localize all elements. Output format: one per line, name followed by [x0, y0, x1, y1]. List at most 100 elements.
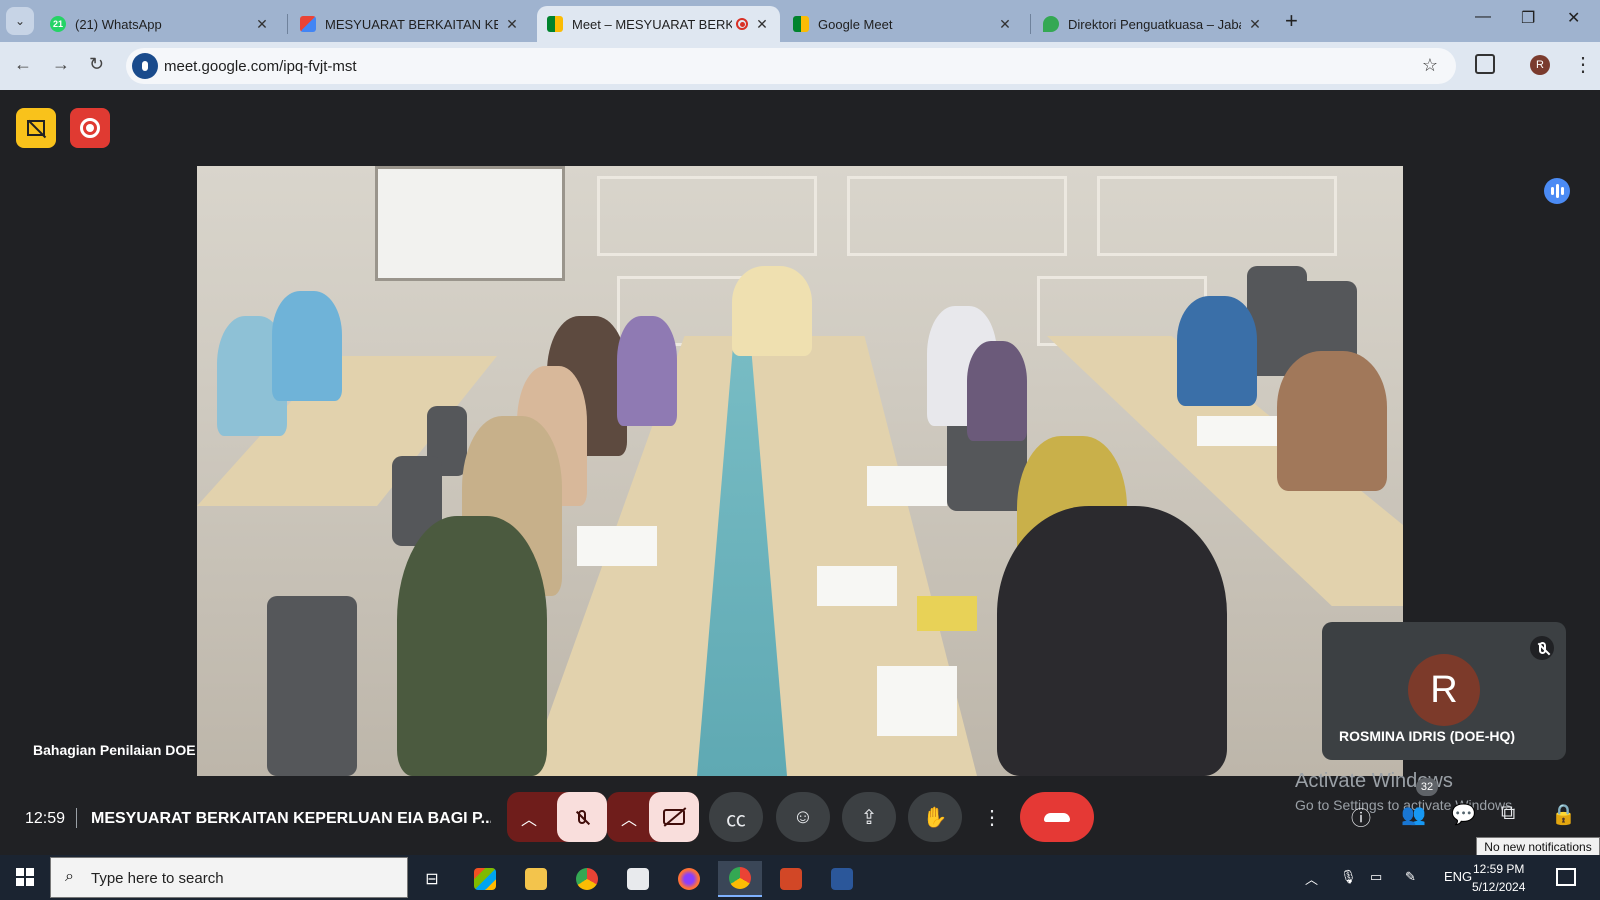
close-tab-icon[interactable]: ✕	[754, 16, 770, 33]
mic-in-use-icon[interactable]	[132, 53, 158, 79]
tab-direktori[interactable]: Direktori Penguatkuasa – Jabat ✕	[1033, 6, 1273, 42]
tab-meet-active[interactable]: Meet – MESYUARAT BERKA ✕	[537, 6, 780, 42]
present-icon: ⇪	[860, 806, 878, 829]
participant-figure	[1277, 351, 1387, 491]
close-tab-icon[interactable]: ✕	[504, 16, 520, 33]
more-vert-icon: ⋮	[982, 806, 1002, 829]
notifications-icon[interactable]	[1556, 868, 1576, 886]
microphone-tray-icon[interactable]: 🎙	[1340, 869, 1357, 885]
meet-stage: Bahagian Penilaian DOE R ROSMINA IDRIS (…	[0, 90, 1600, 857]
phone-hangup-icon	[1044, 812, 1070, 822]
camera-toggle-button[interactable]	[649, 792, 699, 842]
meeting-info-icon[interactable]: ⓘ	[1351, 802, 1371, 831]
reactions-button[interactable]: ☺	[776, 792, 830, 842]
new-tab-button[interactable]: +	[1285, 8, 1298, 34]
firefox-app[interactable]	[667, 861, 711, 897]
self-view-tile[interactable]: R ROSMINA IDRIS (DOE-HQ)	[1322, 622, 1566, 760]
task-view-button[interactable]: ⊟	[410, 861, 454, 897]
participant-video	[197, 166, 1403, 776]
camera-control-group: ︿	[607, 792, 699, 842]
video-options-chevron-icon[interactable]: ︿	[621, 806, 637, 830]
minimize-button[interactable]: —	[1475, 8, 1491, 26]
tab-title: Direktori Penguatkuasa – Jabat	[1068, 16, 1241, 32]
recording-button[interactable]	[70, 108, 110, 148]
camera-off-icon	[663, 809, 685, 825]
participant-figure	[997, 506, 1227, 776]
emoji-icon: ☺	[792, 805, 814, 828]
windows-start-icon[interactable]	[16, 868, 34, 886]
url-text[interactable]: meet.google.com/ipq-fvjt-mst	[164, 58, 357, 75]
activities-icon[interactable]: ⧉	[1501, 802, 1515, 825]
hand-icon: ✋	[922, 806, 948, 829]
tab-gmail[interactable]: MESYUARAT BERKAITAN KEPER ✕	[290, 6, 530, 42]
mail-app[interactable]	[616, 861, 660, 897]
taskbar-search[interactable]: ⌕ Type here to search	[50, 857, 408, 898]
wall-panel	[597, 176, 817, 256]
tab-search-button[interactable]: ⌄	[6, 7, 34, 35]
powerpoint-app[interactable]	[769, 861, 813, 897]
address-bar[interactable]: meet.google.com/ipq-fvjt-mst ☆	[126, 48, 1456, 84]
show-hidden-icons-chevron-icon[interactable]: ︿	[1305, 869, 1318, 888]
pen-icon[interactable]: ✎	[1405, 869, 1416, 885]
mail-icon	[627, 868, 649, 890]
reload-button[interactable]: ↻	[89, 54, 104, 75]
close-window-button[interactable]: ✕	[1567, 8, 1580, 28]
map-pin-icon	[1043, 16, 1059, 32]
participant-figure	[967, 341, 1027, 441]
host-controls-lock-icon[interactable]: 🔒	[1551, 802, 1576, 827]
browser-menu-icon[interactable]: ⋮	[1573, 52, 1593, 77]
document	[877, 666, 957, 736]
close-tab-icon[interactable]: ✕	[254, 16, 270, 33]
document	[867, 466, 947, 506]
powerpoint-icon	[780, 868, 802, 890]
store-app[interactable]	[463, 861, 507, 897]
leave-call-button[interactable]	[1020, 792, 1094, 842]
meet-icon	[793, 16, 809, 32]
whiteboard	[375, 166, 565, 281]
record-icon	[80, 118, 100, 138]
recording-icon	[736, 18, 748, 30]
task-view-icon: ⊟	[425, 871, 439, 888]
close-tab-icon[interactable]: ✕	[997, 16, 1013, 33]
restore-button[interactable]: ❐	[1521, 8, 1535, 28]
firefox-icon	[678, 868, 700, 890]
back-button[interactable]: ←	[14, 54, 32, 75]
chair	[267, 596, 357, 776]
microphone-toggle-button[interactable]	[557, 792, 607, 842]
gmail-icon	[300, 16, 316, 32]
participant-figure	[1177, 296, 1257, 406]
present-screen-button[interactable]: ⇪	[842, 792, 896, 842]
meet-icon	[547, 16, 563, 32]
browser-toolbar: ← → ↻ meet.google.com/ipq-fvjt-mst ☆ R ⋮	[0, 42, 1600, 90]
language-indicator[interactable]: ENG	[1444, 869, 1472, 884]
more-options-button[interactable]: ⋮	[972, 792, 1012, 842]
document	[817, 566, 897, 606]
audio-options-chevron-icon[interactable]: ︿	[521, 806, 537, 830]
bookmark-star-icon[interactable]: ☆	[1422, 55, 1438, 76]
chrome-app[interactable]	[565, 861, 609, 897]
file-explorer-app[interactable]	[514, 861, 558, 897]
system-clock[interactable]: 12:59 PM 5/12/2024	[1472, 860, 1525, 896]
word-app[interactable]	[820, 861, 864, 897]
meeting-clock: 12:59	[25, 810, 66, 827]
battery-icon[interactable]: ▭	[1370, 869, 1382, 885]
tab-whatsapp[interactable]: 21 (21) WhatsApp ✕	[40, 6, 280, 42]
captions-button[interactable]: ㏄	[709, 792, 763, 842]
chrome-profile-app[interactable]	[718, 861, 762, 897]
presentation-blocked-button[interactable]	[16, 108, 56, 148]
people-icon[interactable]: 👥	[1401, 802, 1426, 827]
chrome-icon	[576, 868, 598, 890]
no-share-icon	[27, 120, 45, 136]
tab-google-meet[interactable]: Google Meet ✕	[783, 6, 1023, 42]
forward-button[interactable]: →	[52, 54, 70, 75]
participant-figure	[617, 316, 677, 426]
divider	[76, 808, 77, 828]
tab-separator	[1030, 14, 1031, 34]
close-tab-icon[interactable]: ✕	[1247, 16, 1263, 33]
raise-hand-button[interactable]: ✋	[908, 792, 962, 842]
chat-icon[interactable]: 💬	[1451, 802, 1476, 827]
profile-avatar[interactable]: R	[1530, 55, 1550, 75]
tab-title: (21) WhatsApp	[75, 16, 162, 32]
participant-name-label: Bahagian Penilaian DOE	[33, 742, 196, 758]
extensions-icon[interactable]	[1475, 54, 1495, 74]
